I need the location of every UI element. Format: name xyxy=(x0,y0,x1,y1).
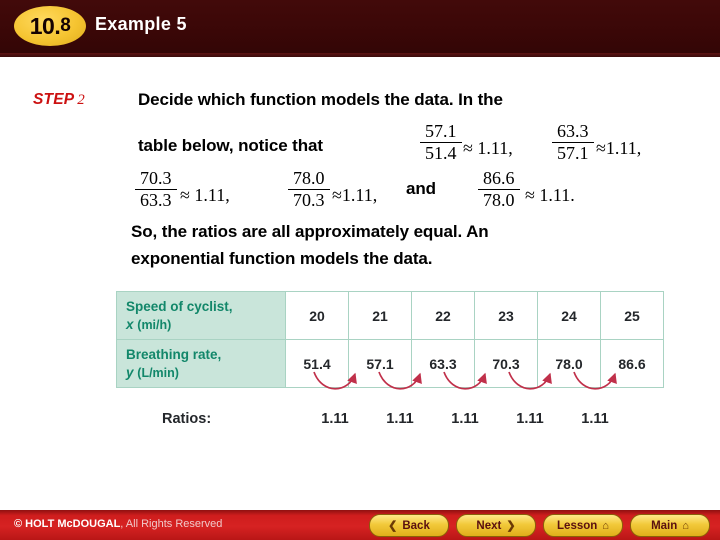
page-title: Example 5 xyxy=(95,14,187,34)
row-header-breathing: Breathing rate, y (L/min) xyxy=(116,339,286,388)
approx-result-5: ≈ 1.11. xyxy=(525,185,575,205)
fraction-78.0-over-70.3: 78.0 70.3 xyxy=(288,169,330,210)
ratios-row: Ratios: 1.11 1.11 1.11 1.11 1.11 xyxy=(116,395,676,435)
fraction-numerator: 86.6 xyxy=(478,169,520,190)
chevron-left-icon: ❮ xyxy=(388,520,398,532)
fraction-57.1-over-51.4: 57.1 51.4 xyxy=(420,122,462,163)
footer-navigation: ❮ Back Next ❯ Lesson ⌂ Main ⌂ xyxy=(369,514,710,537)
conclusion-line-2: exponential function models the data. xyxy=(131,249,433,268)
ratio-value-5: 1.11 xyxy=(581,411,609,427)
step-word: STEP xyxy=(33,91,75,108)
lesson-button[interactable]: Lesson ⌂ xyxy=(543,514,623,537)
table-cell-x-0: 20 xyxy=(285,291,349,340)
instruction-line-2: table below, notice that xyxy=(138,136,323,155)
row-header-breathing-label: Breathing rate, xyxy=(126,347,222,363)
table-cell-x-2: 22 xyxy=(411,291,475,340)
chapter-major: 10 xyxy=(29,12,55,39)
fraction-denominator: 70.3 xyxy=(293,189,325,210)
back-button-label: Back xyxy=(402,519,430,532)
cyclist-data-table: Speed of cyclist, x (mi/h) 20 21 22 23 2… xyxy=(116,291,664,388)
step-label: STEP 2 xyxy=(33,91,85,109)
copyright-text: © HOLT McDOUGAL, All Rights Reserved xyxy=(14,518,222,530)
approx-result-3: ≈ 1.11, xyxy=(180,185,230,205)
step-number: 2 xyxy=(77,92,85,108)
table-row-speed: Speed of cyclist, x (mi/h) 20 21 22 23 2… xyxy=(116,291,664,340)
table-cell-x-1: 21 xyxy=(348,291,412,340)
row-header-speed-variable: x xyxy=(126,316,134,332)
home-icon: ⌂ xyxy=(602,519,609,532)
copyright-rest: , All Rights Reserved xyxy=(120,518,223,530)
instruction-line-1: Decide which function models the data. I… xyxy=(138,90,503,109)
lesson-button-label: Lesson xyxy=(557,519,598,532)
ratio-value-1: 1.11 xyxy=(321,411,349,427)
ratio-value-4: 1.11 xyxy=(516,411,544,427)
chapter-badge: 10. 8 xyxy=(14,6,86,46)
main-button-label: Main xyxy=(651,519,678,532)
fraction-denominator: 78.0 xyxy=(483,189,515,210)
table-cell-x-5: 25 xyxy=(600,291,664,340)
fraction-numerator: 78.0 xyxy=(288,169,330,190)
row-header-speed-unit: (mi/h) xyxy=(137,317,172,332)
row-header-breathing-variable: y xyxy=(126,364,134,380)
approx-result-1: ≈ 1.11, xyxy=(463,138,513,158)
and-conjunction: and xyxy=(406,179,436,198)
table-cell-y-3: 70.3 xyxy=(474,339,538,388)
fraction-denominator: 51.4 xyxy=(425,142,457,163)
chevron-right-icon: ❯ xyxy=(506,520,516,532)
table-row-breathing: Breathing rate, y (L/min) 51.4 57.1 63.3… xyxy=(116,339,664,388)
ratio-value-2: 1.11 xyxy=(386,411,414,427)
fraction-86.6-over-78.0: 86.6 78.0 xyxy=(478,169,520,210)
main-button[interactable]: Main ⌂ xyxy=(630,514,710,537)
table-cell-y-2: 63.3 xyxy=(411,339,475,388)
table-cell-x-3: 23 xyxy=(474,291,538,340)
home-icon: ⌂ xyxy=(682,519,689,532)
fraction-70.3-over-63.3: 70.3 63.3 xyxy=(135,169,177,210)
row-header-speed: Speed of cyclist, x (mi/h) xyxy=(116,291,286,340)
header-underline xyxy=(0,53,720,57)
fraction-numerator: 70.3 xyxy=(135,169,177,190)
ratios-label: Ratios: xyxy=(162,411,212,427)
table-cell-x-4: 24 xyxy=(537,291,601,340)
data-table-wrapper: Speed of cyclist, x (mi/h) 20 21 22 23 2… xyxy=(116,291,664,388)
table-cell-y-0: 51.4 xyxy=(285,339,349,388)
approx-result-2: ≈1.11, xyxy=(596,138,642,158)
fraction-denominator: 57.1 xyxy=(557,142,589,163)
copyright-brand: © HOLT McDOUGAL xyxy=(14,518,121,530)
fraction-numerator: 63.3 xyxy=(552,122,594,143)
table-cell-y-4: 78.0 xyxy=(537,339,601,388)
fraction-denominator: 63.3 xyxy=(140,189,172,210)
back-button[interactable]: ❮ Back xyxy=(369,514,449,537)
chapter-minor: 8 xyxy=(60,15,71,36)
ratio-value-3: 1.11 xyxy=(451,411,479,427)
next-button[interactable]: Next ❯ xyxy=(456,514,536,537)
fraction-numerator: 57.1 xyxy=(420,122,462,143)
table-cell-y-5: 86.6 xyxy=(600,339,664,388)
approx-result-4: ≈1.11, xyxy=(332,185,378,205)
row-header-speed-label: Speed of cyclist, xyxy=(126,299,233,315)
table-cell-y-1: 57.1 xyxy=(348,339,412,388)
conclusion-line-1: So, the ratios are all approximately equ… xyxy=(131,222,489,241)
fraction-63.3-over-57.1: 63.3 57.1 xyxy=(552,122,594,163)
row-header-breathing-unit: (L/min) xyxy=(137,365,179,380)
next-button-label: Next xyxy=(476,519,502,532)
